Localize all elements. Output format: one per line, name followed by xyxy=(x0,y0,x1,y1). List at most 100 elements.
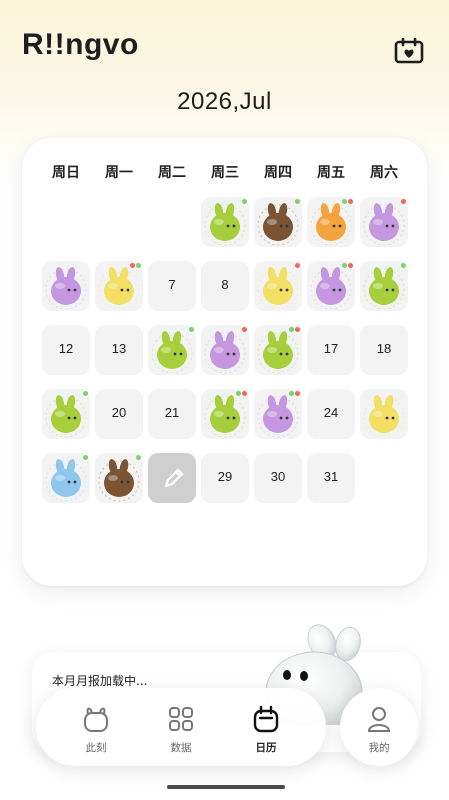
weekday-label: 周六 xyxy=(370,165,398,181)
day-cell-mood[interactable] xyxy=(42,389,90,439)
day-cell[interactable]: 29 xyxy=(201,453,249,503)
green-bunny-icon xyxy=(204,395,246,438)
day-cell-mood[interactable] xyxy=(360,261,408,311)
weekday-label: 周日 xyxy=(52,165,80,181)
day-cell-mood[interactable] xyxy=(42,261,90,311)
weekday-label: 周三 xyxy=(211,165,239,181)
weekday-label: 周二 xyxy=(158,165,186,181)
day-cell[interactable]: 30 xyxy=(254,453,302,503)
day-cell-mood[interactable] xyxy=(254,197,302,247)
mood-indicator-dot xyxy=(401,199,406,204)
day-cell[interactable]: 24 xyxy=(307,389,355,439)
day-number: 31 xyxy=(323,469,339,484)
mood-indicator-dot xyxy=(289,391,294,396)
nav-label-data: 数据 xyxy=(170,742,192,754)
app-logo: R!!ngvo xyxy=(22,28,139,61)
person-icon xyxy=(367,707,391,732)
brown-bunny-icon xyxy=(98,459,140,502)
day-cell[interactable]: 12 xyxy=(42,325,90,375)
yellow-bunny-icon xyxy=(98,267,140,310)
mood-indicator-dot xyxy=(348,199,353,204)
mood-indicator-dot xyxy=(242,199,247,204)
day-number: 18 xyxy=(376,341,392,356)
day-number: 20 xyxy=(111,405,127,420)
day-cell-mood[interactable] xyxy=(307,261,355,311)
day-cell-mood[interactable] xyxy=(201,389,249,439)
mood-indicator-dot xyxy=(342,199,347,204)
purple-bunny-icon xyxy=(45,267,87,310)
day-cell-mood[interactable] xyxy=(201,325,249,375)
report-loading-text: 本月月报加载中... xyxy=(52,674,148,688)
nav-item-data[interactable]: 数据 xyxy=(151,700,211,756)
day-number: 24 xyxy=(323,405,339,420)
mood-indicator-dot xyxy=(136,455,141,460)
brown-bunny-icon xyxy=(257,203,299,246)
day-cell-mood[interactable] xyxy=(148,325,196,375)
mood-indicator-dot xyxy=(295,327,300,332)
mood-indicator-dot xyxy=(401,263,406,268)
purple-bunny-icon xyxy=(363,203,405,246)
day-cell-mood[interactable] xyxy=(360,389,408,439)
nav-label-moment: 此刻 xyxy=(85,742,107,754)
nav-item-calendar[interactable]: 日历 xyxy=(236,700,296,756)
green-bunny-icon xyxy=(151,331,193,374)
day-cell[interactable]: 18 xyxy=(360,325,408,375)
nav-item-moment[interactable]: 此刻 xyxy=(66,700,126,756)
day-number: 30 xyxy=(270,469,286,484)
day-cell-mood[interactable] xyxy=(254,261,302,311)
day-cell-edit[interactable] xyxy=(148,453,196,503)
mood-indicator-dot xyxy=(295,391,300,396)
day-number: 29 xyxy=(217,469,233,484)
mood-indicator-dot xyxy=(189,327,194,332)
day-cell-mood[interactable] xyxy=(254,389,302,439)
day-cell-mood[interactable] xyxy=(360,197,408,247)
day-cell-mood[interactable] xyxy=(307,197,355,247)
day-cell-mood[interactable] xyxy=(254,325,302,375)
day-cell[interactable]: 31 xyxy=(307,453,355,503)
mood-indicator-dot xyxy=(242,391,247,396)
mood-indicator-dot xyxy=(83,391,88,396)
day-number: 21 xyxy=(164,405,180,420)
day-cell[interactable]: 7 xyxy=(148,261,196,311)
day-cell-mood[interactable] xyxy=(95,261,143,311)
day-number: 17 xyxy=(323,341,339,356)
purple-bunny-icon xyxy=(257,395,299,438)
mood-indicator-dot xyxy=(136,263,141,268)
day-cell[interactable]: 21 xyxy=(148,389,196,439)
weekday-label: 周一 xyxy=(105,165,133,181)
purple-bunny-icon xyxy=(204,331,246,374)
month-title[interactable]: 2026,Jul xyxy=(0,88,449,116)
mood-indicator-dot xyxy=(242,327,247,332)
day-cell[interactable]: 8 xyxy=(201,261,249,311)
calendar-icon xyxy=(253,705,279,733)
day-number: 7 xyxy=(168,277,176,292)
day-number: 8 xyxy=(221,277,229,292)
orange-bunny-icon xyxy=(310,203,352,246)
mood-indicator-dot xyxy=(289,327,294,332)
pencil-icon xyxy=(164,468,184,488)
day-cell[interactable]: 20 xyxy=(95,389,143,439)
day-cell[interactable]: 17 xyxy=(307,325,355,375)
green-bunny-icon xyxy=(204,203,246,246)
green-bunny-icon xyxy=(363,267,405,310)
mood-indicator-dot xyxy=(236,391,241,396)
day-cell-mood[interactable] xyxy=(42,453,90,503)
mood-indicator-dot xyxy=(130,263,135,268)
day-cell[interactable]: 13 xyxy=(95,325,143,375)
purple-bunny-icon xyxy=(310,267,352,310)
mood-indicator-dot xyxy=(295,199,300,204)
weekday-label: 周四 xyxy=(264,165,292,181)
green-bunny-icon xyxy=(45,395,87,438)
day-number: 13 xyxy=(111,341,127,356)
mood-indicator-dot xyxy=(83,455,88,460)
bunny-face-icon xyxy=(84,707,108,732)
day-cell-mood[interactable] xyxy=(201,197,249,247)
blue-bunny-icon xyxy=(45,459,87,502)
grid-icon xyxy=(169,707,193,731)
yellow-bunny-icon xyxy=(363,395,405,438)
calendar-heart-icon[interactable] xyxy=(394,37,424,64)
day-cell-mood[interactable] xyxy=(95,453,143,503)
nav-label-calendar: 日历 xyxy=(255,742,277,754)
mood-indicator-dot xyxy=(348,263,353,268)
nav-item-profile[interactable]: 我的 xyxy=(349,700,409,756)
